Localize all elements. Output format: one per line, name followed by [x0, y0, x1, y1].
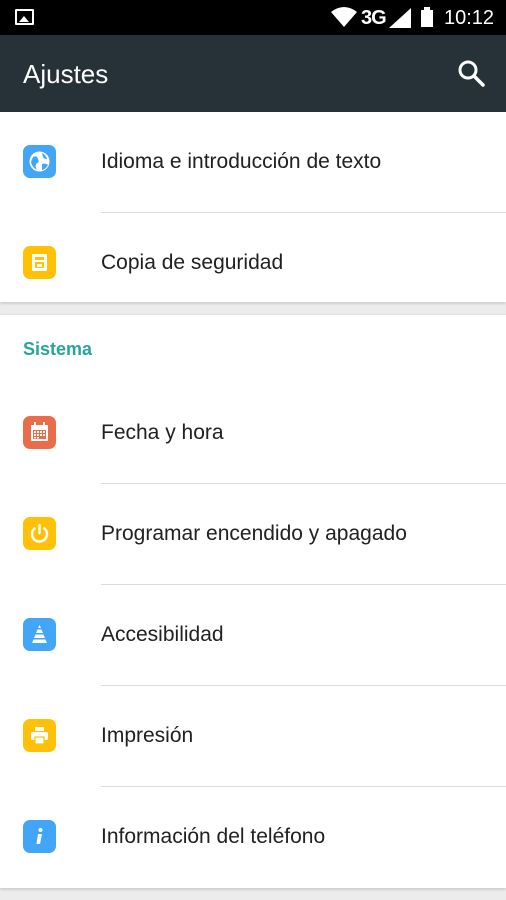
signal-icon [389, 8, 411, 33]
settings-item-label: Impresión [101, 724, 194, 747]
settings-item-language[interactable]: Idioma e introducción de texto [0, 112, 506, 213]
page-title: Ajustes [23, 59, 109, 89]
app-bar: Ajustes [0, 35, 506, 112]
settings-item-date-time[interactable]: Fecha y hora [0, 383, 506, 484]
settings-item-label: Idioma e introducción de texto [101, 150, 382, 173]
settings-item-label: Información del teléfono [101, 825, 326, 848]
settings-item-printing[interactable]: Impresión [0, 686, 506, 787]
search-icon[interactable] [456, 58, 486, 93]
printer-icon [23, 719, 56, 752]
settings-item-label: Copia de seguridad [101, 251, 284, 274]
settings-item-schedule-power[interactable]: Programar encendido y apagado [0, 484, 506, 585]
network-type: 3G [361, 7, 387, 29]
personal-settings-card: Idioma e introducción de texto Copia de … [0, 112, 506, 302]
globe-icon [23, 145, 56, 178]
settings-item-phone-info[interactable]: Información del teléfono [0, 787, 506, 888]
settings-item-label: Accesibilidad [101, 623, 224, 646]
battery-icon [421, 7, 433, 27]
calendar-icon [23, 416, 56, 449]
accessibility-icon [23, 618, 56, 651]
section-header-system: Sistema [23, 339, 93, 359]
settings-item-label: Fecha y hora [101, 421, 224, 444]
clock: 10:12 [444, 7, 495, 29]
status-bar: 3G 10:12 [0, 0, 506, 35]
power-icon [23, 517, 56, 550]
backup-icon [23, 246, 56, 279]
image-notification-icon [15, 9, 34, 25]
info-icon [23, 820, 56, 853]
settings-item-label: Programar encendido y apagado [101, 522, 407, 545]
settings-item-accessibility[interactable]: Accesibilidad [0, 585, 506, 686]
settings-item-backup[interactable]: Copia de seguridad [0, 213, 506, 314]
system-settings-card: Sistema Fecha y hora Programar encendido… [0, 315, 506, 888]
wifi-icon [331, 7, 357, 32]
